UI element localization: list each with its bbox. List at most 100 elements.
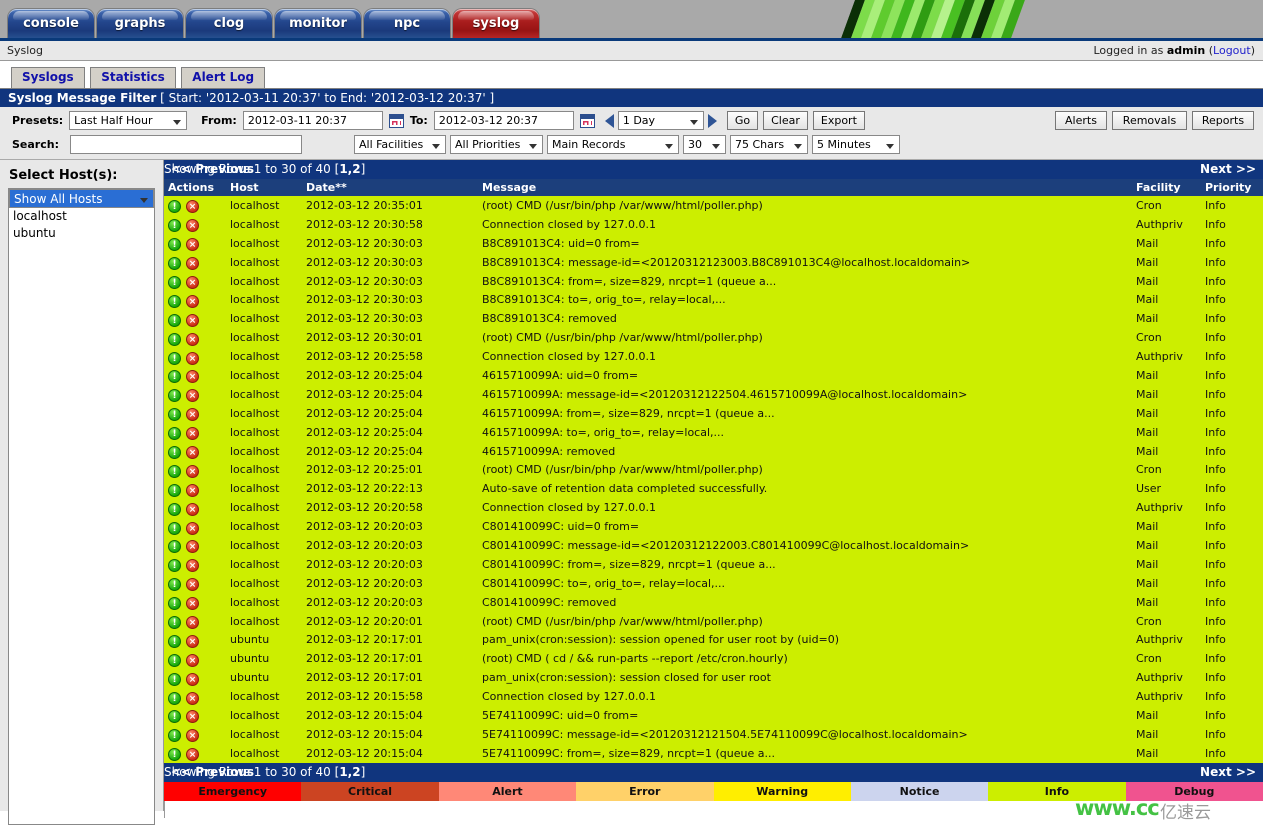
legend-item[interactable]: Info	[988, 781, 1126, 801]
table-row[interactable]: ! × localhost 2012-03-12 20:20:03 C801410099…	[164, 592, 1263, 612]
table-row[interactable]: ! × localhost 2012-03-12 20:25:58 Connection…	[164, 347, 1263, 367]
delete-icon[interactable]: ×	[186, 634, 199, 648]
info-icon[interactable]: !	[168, 446, 181, 460]
delete-icon[interactable]: ×	[186, 672, 199, 686]
from-date-input[interactable]	[242, 111, 383, 130]
go-button[interactable]: Go	[726, 111, 759, 130]
info-icon[interactable]: !	[168, 276, 181, 289]
table-row[interactable]: ! × localhost 2012-03-12 20:20:58 Connection…	[164, 498, 1263, 518]
chars-select[interactable]: 75 Chars	[729, 135, 808, 154]
tab-syslogs[interactable]: Syslogs	[11, 67, 85, 88]
delete-icon[interactable]: ×	[186, 691, 199, 705]
removals-button[interactable]: Removals	[1112, 111, 1187, 130]
delete-icon[interactable]: ×	[186, 389, 199, 403]
next-link-bottom[interactable]: Next >>	[1200, 763, 1256, 782]
table-row[interactable]: ! × localhost 2012-03-12 20:20:03 C801410099…	[164, 517, 1263, 537]
delete-icon[interactable]: ×	[186, 446, 199, 460]
delete-icon[interactable]: ×	[186, 313, 199, 327]
info-icon[interactable]: !	[168, 238, 181, 252]
host-option[interactable]: Show All Hosts	[9, 189, 154, 208]
legend-item[interactable]: Error	[576, 781, 714, 801]
delete-icon[interactable]: ×	[186, 351, 199, 365]
info-icon[interactable]: !	[168, 313, 181, 327]
table-row[interactable]: ! × ubuntu 2012-03-12 20:17:01 pam_unix(cron…	[164, 630, 1263, 650]
info-icon[interactable]: !	[168, 294, 181, 308]
legend-item[interactable]: Debug	[1125, 781, 1263, 801]
info-icon[interactable]: !	[168, 464, 181, 478]
info-icon[interactable]: !	[168, 729, 181, 743]
info-icon[interactable]: !	[168, 634, 181, 648]
delete-icon[interactable]: ×	[186, 483, 199, 497]
delete-icon[interactable]: ×	[186, 710, 199, 724]
delete-icon[interactable]: ×	[186, 597, 199, 611]
page-links-bottom[interactable]: 1,2	[339, 765, 360, 779]
info-icon[interactable]: !	[168, 540, 181, 554]
table-row[interactable]: ! × localhost 2012-03-12 20:25:04 4615710099…	[164, 366, 1263, 385]
legend-item[interactable]: Emergency	[164, 781, 302, 801]
table-row[interactable]: ! × localhost 2012-03-12 20:30:01 (root) CMD…	[164, 328, 1263, 348]
info-icon[interactable]: !	[168, 578, 181, 592]
table-row[interactable]: ! × localhost 2012-03-12 20:30:03 B8C891013C…	[164, 309, 1263, 329]
delete-icon[interactable]: ×	[186, 559, 199, 573]
export-button[interactable]: Export	[812, 111, 865, 130]
table-row[interactable]: ! × localhost 2012-03-12 20:25:04 4615710099…	[164, 384, 1263, 404]
legend-item[interactable]: Critical	[301, 781, 439, 801]
info-icon[interactable]: !	[168, 483, 181, 497]
next-range-arrow-icon[interactable]	[707, 113, 717, 128]
table-row[interactable]: ! × ubuntu 2012-03-12 20:17:01 pam_unix(cron…	[164, 668, 1263, 688]
delete-icon[interactable]: ×	[186, 427, 199, 441]
table-row[interactable]: ! × localhost 2012-03-12 20:25:04 4615710099…	[164, 441, 1263, 461]
info-icon[interactable]: !	[168, 748, 181, 762]
column-priority[interactable]: Priority	[1201, 179, 1263, 196]
tab-clog[interactable]: clog	[186, 9, 272, 38]
info-icon[interactable]: !	[168, 559, 181, 573]
info-icon[interactable]: !	[168, 710, 181, 724]
legend-item[interactable]: Alert	[438, 781, 577, 801]
delete-icon[interactable]: ×	[186, 729, 199, 743]
tab-console[interactable]: console	[8, 9, 94, 38]
table-row[interactable]: ! × localhost 2012-03-12 20:25:04 4615710099…	[164, 422, 1263, 442]
info-icon[interactable]: !	[168, 616, 181, 630]
clear-button[interactable]: Clear	[763, 111, 808, 130]
table-row[interactable]: ! × localhost 2012-03-12 20:20:01 (root) CMD…	[164, 611, 1263, 631]
tab-monitor[interactable]: monitor	[275, 9, 361, 38]
info-icon[interactable]: !	[168, 502, 181, 516]
table-row[interactable]: ! × localhost 2012-03-12 20:20:03 C801410099…	[164, 536, 1263, 555]
table-row[interactable]: ! × localhost 2012-03-12 20:35:01 (root) CMD…	[164, 196, 1263, 215]
table-row[interactable]: ! × localhost 2012-03-12 20:30:03 B8C891013C…	[164, 252, 1263, 272]
table-row[interactable]: ! × localhost 2012-03-12 20:30:03 B8C891013C…	[164, 271, 1263, 291]
info-icon[interactable]: !	[168, 672, 181, 686]
delete-icon[interactable]: ×	[186, 200, 199, 214]
table-row[interactable]: ! × localhost 2012-03-12 20:20:03 C801410099…	[164, 573, 1263, 593]
host-list[interactable]: Show All Hosts localhost ubuntu	[8, 188, 155, 825]
priorities-select[interactable]: All Priorities	[449, 135, 543, 154]
table-row[interactable]: ! × localhost 2012-03-12 20:30:03 B8C891013C…	[164, 233, 1263, 253]
table-row[interactable]: ! × localhost 2012-03-12 20:30:58 Connection…	[164, 214, 1263, 234]
delete-icon[interactable]: ×	[186, 294, 199, 308]
table-row[interactable]: ! × localhost 2012-03-12 20:20:03 C801410099…	[164, 554, 1263, 574]
calendar-icon-to[interactable]	[579, 113, 595, 128]
search-input[interactable]	[69, 135, 302, 154]
refresh-interval-select[interactable]: 5 Minutes	[811, 135, 900, 154]
table-row[interactable]: ! × localhost 2012-03-12 20:15:04 5E74110099…	[164, 743, 1263, 763]
next-link-top[interactable]: Next >>	[1200, 160, 1256, 179]
logout-link[interactable]: Logout	[1213, 44, 1251, 57]
delete-icon[interactable]: ×	[186, 521, 199, 535]
prev-range-arrow-icon[interactable]	[604, 113, 614, 128]
delete-icon[interactable]: ×	[186, 578, 199, 592]
info-icon[interactable]: !	[168, 427, 181, 441]
delete-icon[interactable]: ×	[186, 238, 199, 252]
delete-icon[interactable]: ×	[186, 502, 199, 516]
info-icon[interactable]: !	[168, 219, 181, 233]
table-row[interactable]: ! × localhost 2012-03-12 20:22:13 Auto-save …	[164, 479, 1263, 499]
host-option[interactable]: localhost	[9, 208, 154, 225]
info-icon[interactable]: !	[168, 370, 181, 384]
table-row[interactable]: ! × localhost 2012-03-12 20:15:04 5E74110099…	[164, 706, 1263, 725]
info-icon[interactable]: !	[168, 597, 181, 611]
column-date[interactable]: Date**	[302, 179, 478, 196]
table-row[interactable]: ! × localhost 2012-03-12 20:15:58 Connection…	[164, 687, 1263, 707]
info-icon[interactable]: !	[168, 408, 181, 422]
previous-link-top[interactable]: << Previous	[171, 160, 254, 179]
table-row[interactable]: ! × ubuntu 2012-03-12 20:17:01 (root) CMD ( …	[164, 649, 1263, 669]
column-message[interactable]: Message	[478, 179, 1132, 196]
